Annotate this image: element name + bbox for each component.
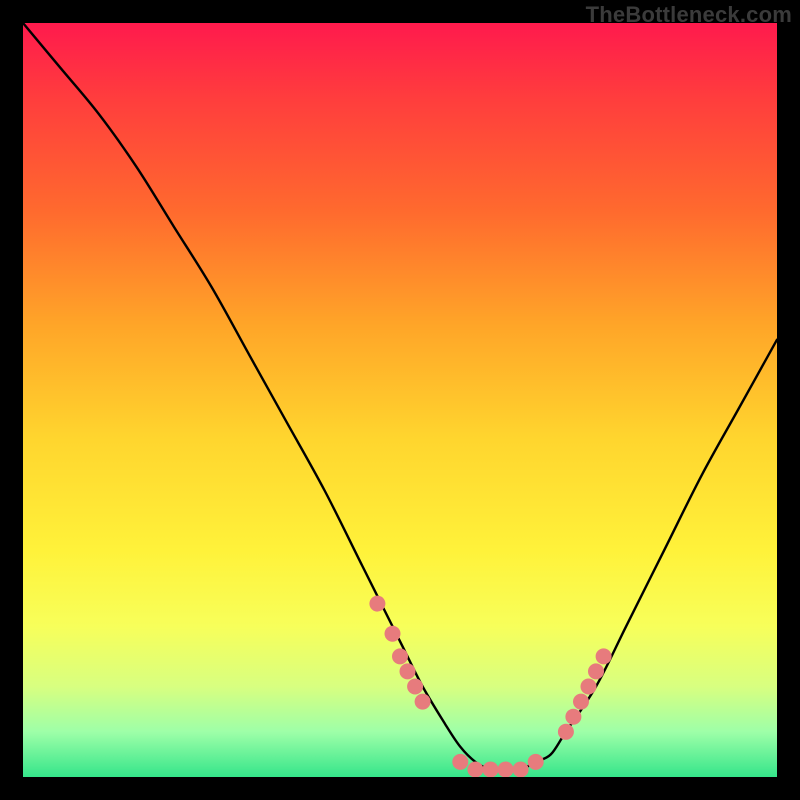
- data-marker: [415, 694, 431, 710]
- data-marker: [573, 694, 589, 710]
- data-marker: [392, 648, 408, 664]
- data-marker: [581, 679, 597, 695]
- data-marker: [385, 626, 401, 642]
- data-marker: [467, 762, 483, 778]
- plot-area: [23, 23, 777, 777]
- watermark-text: TheBottleneck.com: [586, 2, 792, 28]
- data-marker: [452, 754, 468, 770]
- chart-svg: [23, 23, 777, 777]
- data-marker: [483, 762, 499, 778]
- data-marker: [400, 663, 416, 679]
- data-marker: [407, 679, 423, 695]
- data-marker: [513, 762, 529, 778]
- data-marker: [558, 724, 574, 740]
- data-marker: [588, 663, 604, 679]
- data-marker: [369, 596, 385, 612]
- chart-frame: TheBottleneck.com: [0, 0, 800, 800]
- data-marker: [565, 709, 581, 725]
- data-marker: [498, 762, 514, 778]
- data-marker: [596, 648, 612, 664]
- data-marker: [528, 754, 544, 770]
- data-markers: [369, 596, 611, 777]
